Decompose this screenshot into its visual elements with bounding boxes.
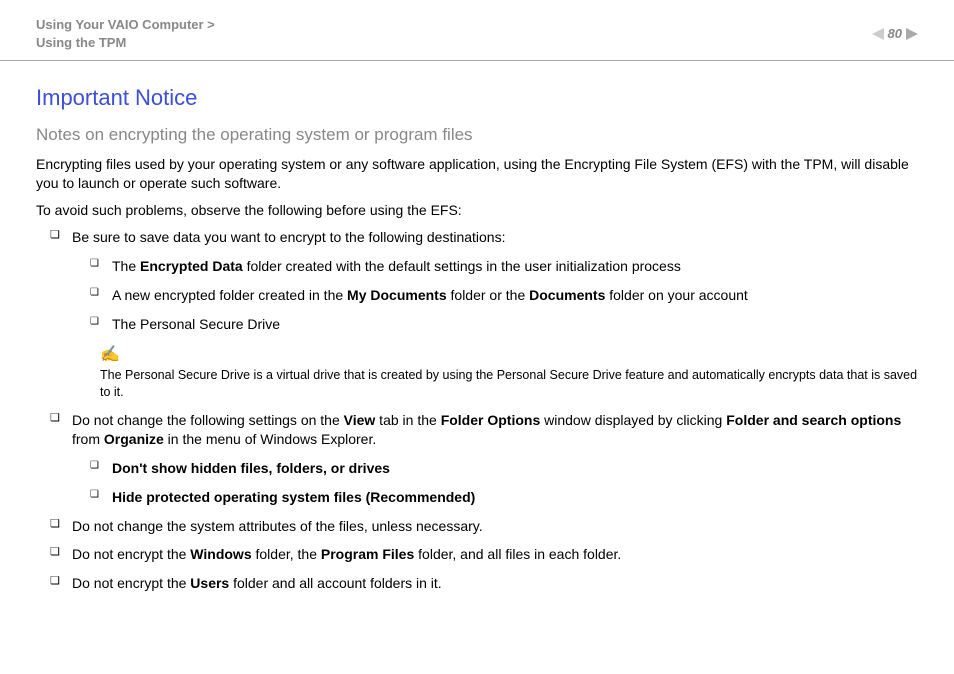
bold-term: Encrypted Data (140, 258, 243, 274)
list-item: The Personal Secure Drive (90, 315, 918, 334)
note-block: ✍ The Personal Secure Drive is a virtual… (100, 344, 918, 401)
text-fragment: folder and all account folders in it. (229, 575, 441, 591)
bullet-list: Be sure to save data you want to encrypt… (36, 228, 918, 593)
sub-list: Don't show hidden files, folders, or dri… (72, 459, 918, 507)
text-fragment: folder on your account (605, 287, 747, 303)
list-item: Do not change the following settings on … (50, 411, 918, 507)
text-fragment: Do not encrypt the (72, 546, 190, 562)
bold-term: View (344, 412, 376, 428)
list-item-text: Be sure to save data you want to encrypt… (72, 229, 505, 245)
text-fragment: Do not change the following settings on … (72, 412, 344, 428)
list-item: A new encrypted folder created in the My… (90, 286, 918, 305)
text-fragment: window displayed by clicking (540, 412, 726, 428)
bold-term: Documents (529, 287, 605, 303)
prev-page-icon[interactable] (872, 28, 884, 40)
text-fragment: folder created with the default settings… (243, 258, 681, 274)
page-header: Using Your VAIO Computer > Using the TPM… (0, 0, 954, 61)
paragraph-lead: To avoid such problems, observe the foll… (36, 201, 918, 220)
sub-list: The Encrypted Data folder created with t… (72, 257, 918, 334)
page-content: Important Notice Notes on encrypting the… (0, 61, 954, 593)
bold-term: Folder and search options (726, 412, 901, 428)
breadcrumb-line-1[interactable]: Using Your VAIO Computer > (36, 16, 215, 34)
text-fragment: from (72, 431, 104, 447)
list-item: Do not encrypt the Users folder and all … (50, 574, 918, 593)
page-title: Important Notice (36, 85, 918, 111)
breadcrumb: Using Your VAIO Computer > Using the TPM (36, 16, 215, 52)
paragraph-intro: Encrypting files used by your operating … (36, 155, 918, 193)
bold-term: Hide protected operating system files (R… (112, 489, 475, 505)
text-fragment: folder, the (252, 546, 321, 562)
list-item: Hide protected operating system files (R… (90, 488, 918, 507)
text-fragment: in the menu of Windows Explorer. (164, 431, 376, 447)
text-fragment: The (112, 258, 140, 274)
bold-term: Don't show hidden files, folders, or dri… (112, 460, 390, 476)
bold-term: Organize (104, 431, 164, 447)
text-fragment: folder, and all files in each folder. (414, 546, 621, 562)
section-subtitle: Notes on encrypting the operating system… (36, 125, 918, 145)
list-item: Do not encrypt the Windows folder, the P… (50, 545, 918, 564)
page-number: 80 (888, 26, 902, 41)
text-fragment: Do not encrypt the (72, 575, 190, 591)
list-item: Don't show hidden files, folders, or dri… (90, 459, 918, 478)
text-fragment: folder or the (447, 287, 530, 303)
note-icon: ✍ (100, 344, 918, 366)
bold-term: My Documents (347, 287, 447, 303)
page-navigation: 80 (872, 26, 918, 41)
bold-term: Windows (190, 546, 251, 562)
list-item: The Encrypted Data folder created with t… (90, 257, 918, 276)
note-text: The Personal Secure Drive is a virtual d… (100, 368, 917, 399)
text-fragment: tab in the (375, 412, 440, 428)
list-item: Be sure to save data you want to encrypt… (50, 228, 918, 401)
list-item-text: The Personal Secure Drive (112, 316, 280, 332)
text-fragment: A new encrypted folder created in the (112, 287, 347, 303)
bold-term: Program Files (321, 546, 414, 562)
list-item-text: Do not change the system attributes of t… (72, 518, 483, 534)
bold-term: Users (190, 575, 229, 591)
list-item: Do not change the system attributes of t… (50, 517, 918, 536)
bold-term: Folder Options (441, 412, 541, 428)
next-page-icon[interactable] (906, 28, 918, 40)
breadcrumb-line-2[interactable]: Using the TPM (36, 34, 215, 52)
